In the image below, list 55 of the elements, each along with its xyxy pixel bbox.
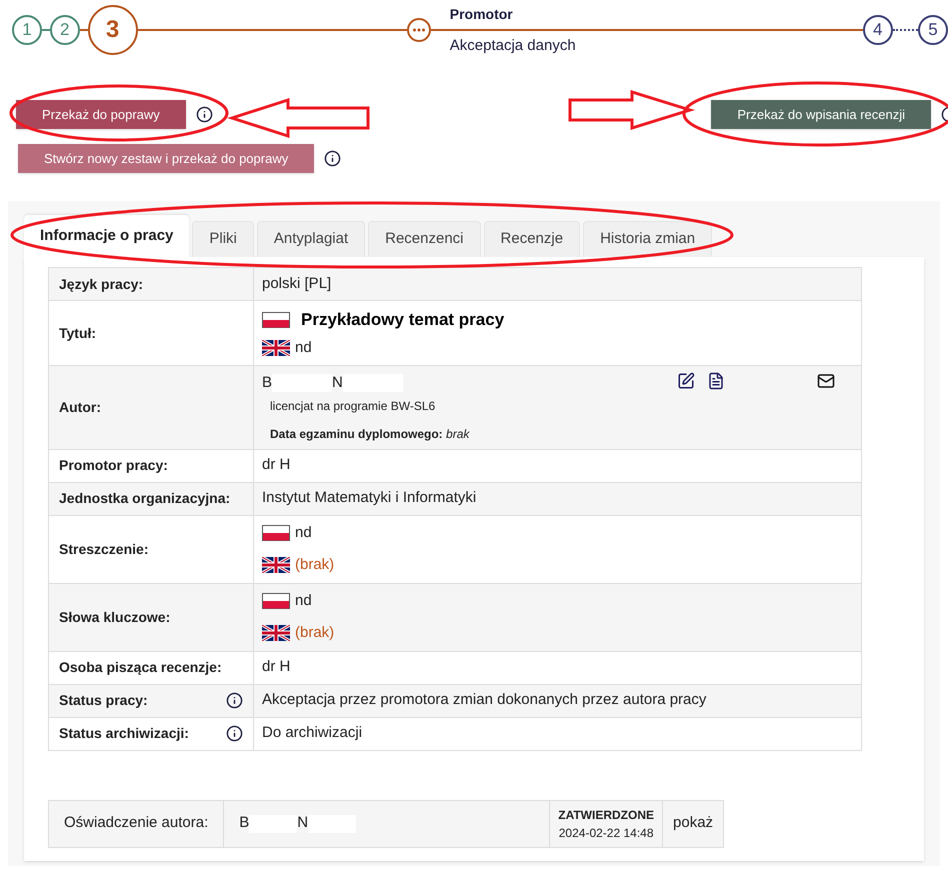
detail-label: Status archiwizacji: (59, 724, 189, 743)
tab[interactable]: Pliki (192, 221, 254, 257)
detail-label: Słowa kluczowe: (59, 608, 170, 626)
name-initial: N (332, 373, 343, 393)
detail-value: dr H (262, 456, 290, 474)
tab[interactable]: Historia zmian (583, 221, 712, 257)
info-icon[interactable] (196, 106, 213, 123)
detail-label: Osoba pisząca recenzje: (59, 658, 222, 677)
mail-icon[interactable] (817, 372, 835, 390)
tab[interactable]: Recenzenci (368, 221, 481, 257)
detail-label: Status pracy: (59, 691, 148, 710)
poland-flag-icon (262, 312, 290, 328)
detail-value: nd (295, 338, 312, 358)
detail-label: Streszczenie: (59, 540, 148, 558)
uk-flag-icon (262, 557, 290, 574)
detail-value: Do archiwizacji (262, 724, 362, 742)
uk-flag-icon (262, 340, 290, 356)
detail-value: nd (295, 522, 312, 542)
action-button[interactable]: Przekaż do poprawy (16, 100, 186, 129)
uk-flag-icon (262, 625, 290, 642)
name-initial: B (262, 373, 272, 393)
detail-value: nd (295, 590, 312, 610)
action-button[interactable]: Przekaż do wpisania recenzji (711, 100, 931, 129)
declaration-label: Oświadczenie autora: (64, 814, 208, 832)
detail-label: Promotor pracy: (59, 456, 168, 475)
tab[interactable]: Informacje o pracy (24, 215, 190, 257)
name-initial: B (239, 813, 250, 834)
document-icon[interactable] (707, 372, 725, 390)
declaration-status: ZATWIERDZONE (558, 806, 654, 824)
info-icon[interactable] (226, 692, 243, 709)
detail-label: Autor: (59, 398, 101, 417)
poland-flag-icon (262, 524, 290, 541)
info-icon[interactable] (226, 725, 243, 742)
detail-value: Instytut Matematyki i Informatyki (262, 489, 476, 506)
detail-label: Tytuł: (59, 324, 96, 343)
detail-label: Język pracy: (59, 274, 144, 294)
stage-subtitle: Akceptacja danych (450, 37, 576, 55)
detail-value: Przykładowy temat pracy (301, 309, 504, 331)
name-initial: N (297, 813, 308, 834)
stage-title: Promotor (450, 5, 514, 23)
detail-value: (brak) (295, 623, 334, 643)
tab[interactable]: Recenzje (484, 221, 580, 257)
edit-icon[interactable] (677, 372, 695, 390)
declaration-date: 2024-02-22 14:48 (558, 824, 654, 842)
detail-value: polski [PL] (262, 274, 332, 292)
action-button[interactable]: Stwórz nowy zestaw i przekaż do poprawy (18, 144, 314, 173)
detail-value: (brak) (295, 555, 334, 575)
tab[interactable]: Antyplagiat (256, 221, 366, 257)
detail-value: Akceptacja przez promotora zmian dokonanych przez autora pracy (262, 691, 706, 708)
detail-label: Jednostka organizacyjna: (59, 489, 230, 508)
program-text: licencjat na programie BW-SL6 (270, 398, 436, 414)
poland-flag-icon (262, 592, 290, 609)
exam-date-text: Data egzaminu dyplomowego: brak (270, 426, 471, 442)
detail-value: dr H (262, 658, 290, 676)
info-icon[interactable] (324, 150, 342, 167)
